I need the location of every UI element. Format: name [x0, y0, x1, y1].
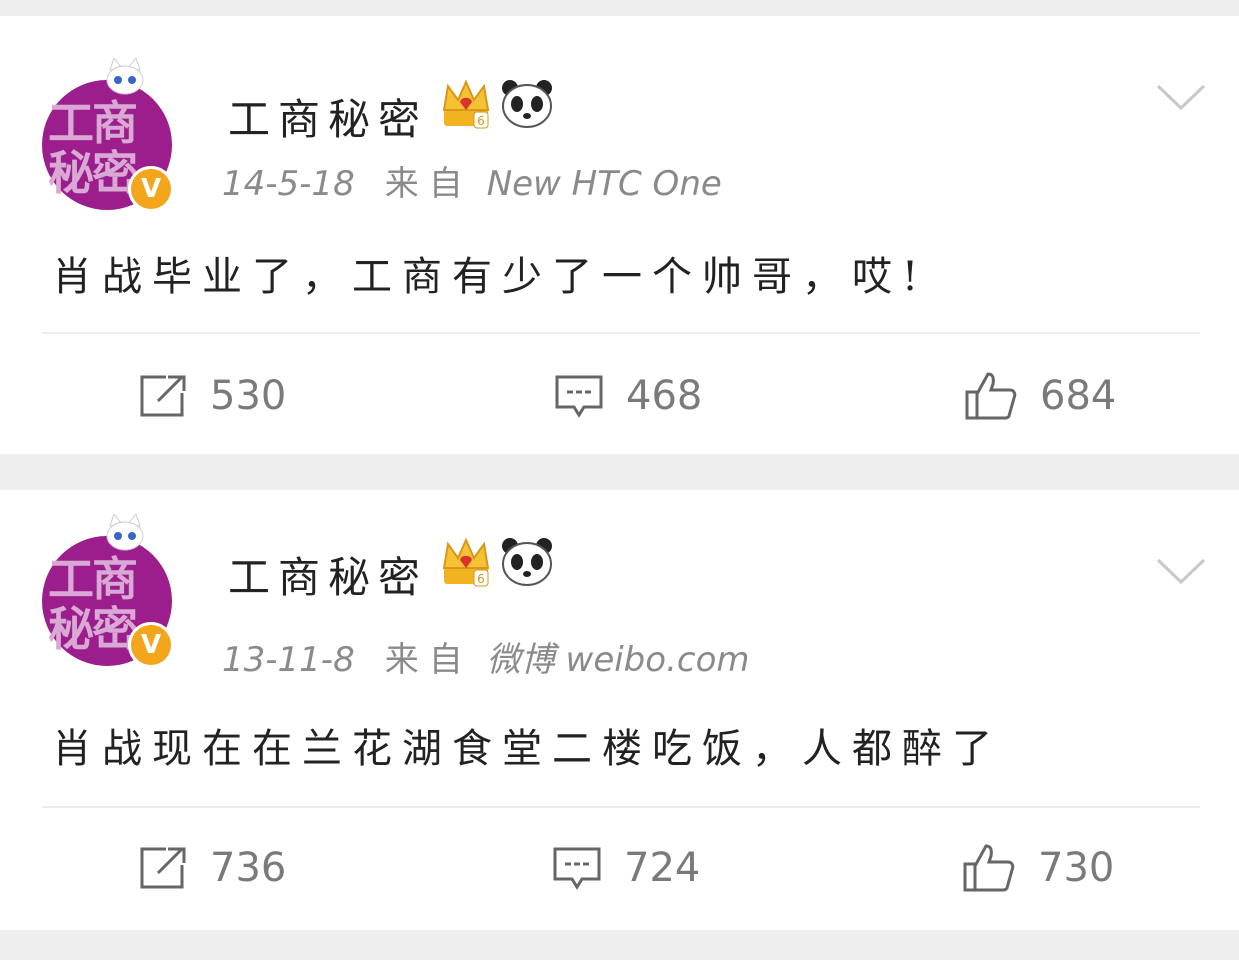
divider	[42, 806, 1200, 808]
avatar[interactable]: 工商 秘密 V	[42, 58, 174, 212]
divider	[42, 332, 1200, 334]
svg-text:6: 6	[477, 114, 485, 128]
comment-button[interactable]: 724	[552, 840, 700, 896]
comment-button[interactable]: 468	[554, 368, 702, 424]
cat-pendant-icon	[106, 58, 144, 95]
svg-text:6: 6	[477, 572, 485, 586]
comment-count: 724	[624, 845, 701, 891]
repost-icon	[140, 847, 186, 889]
post-meta: 13-11-8 来自 微博 weibo.com	[222, 632, 750, 681]
chevron-down-icon[interactable]	[1156, 556, 1206, 586]
post-source[interactable]: New HTC One	[487, 164, 722, 204]
repost-button[interactable]: 736	[138, 840, 286, 896]
like-button[interactable]: 684	[964, 368, 1116, 424]
avatar[interactable]: 工商 秘密 V	[42, 514, 174, 668]
post-text: 肖战毕业了，工商有少了一个帅哥，哎!	[52, 254, 929, 300]
chevron-down-icon[interactable]	[1156, 82, 1206, 112]
verified-v-icon: V	[128, 166, 174, 212]
weibo-post-card[interactable]: 工商 秘密 V 工商秘密 6 13-11-8 来自 微博 weibo.com 肖战现…	[0, 490, 1239, 930]
vip-crown-icon: 6	[442, 537, 490, 587]
source-label: 来自	[384, 640, 473, 680]
thumbs-up-icon	[965, 372, 1017, 420]
like-count: 684	[1040, 373, 1117, 419]
username[interactable]: 工商秘密	[228, 86, 428, 147]
source-label: 来自	[384, 164, 473, 204]
comment-icon	[553, 847, 601, 890]
post-text: 肖战现在在兰花湖食堂二楼吃饭，人都醉了	[52, 726, 1002, 772]
repost-button[interactable]: 530	[138, 368, 286, 424]
repost-count: 530	[210, 373, 287, 419]
post-meta: 14-5-18 来自 New HTC One	[222, 156, 722, 205]
like-button[interactable]: 730	[962, 840, 1114, 896]
comment-icon	[555, 375, 603, 418]
verified-v-icon: V	[128, 622, 174, 668]
vip-crown-icon: 6	[442, 79, 490, 129]
thumbs-up-icon	[963, 844, 1015, 892]
weibo-post-card[interactable]: 工商 秘密 V 工商秘密 6 14-5-18 来自 New HTC One 肖战毕业…	[0, 16, 1239, 454]
panda-icon	[502, 538, 552, 586]
post-date: 13-11-8	[222, 640, 355, 680]
repost-count: 736	[210, 845, 287, 891]
panda-icon	[502, 80, 552, 128]
post-date: 14-5-18	[222, 164, 355, 204]
comment-count: 468	[626, 373, 703, 419]
post-source[interactable]: 微博 weibo.com	[487, 640, 750, 680]
cat-pendant-icon	[106, 514, 144, 551]
username[interactable]: 工商秘密	[228, 544, 428, 605]
repost-icon	[140, 375, 186, 417]
like-count: 730	[1038, 845, 1115, 891]
